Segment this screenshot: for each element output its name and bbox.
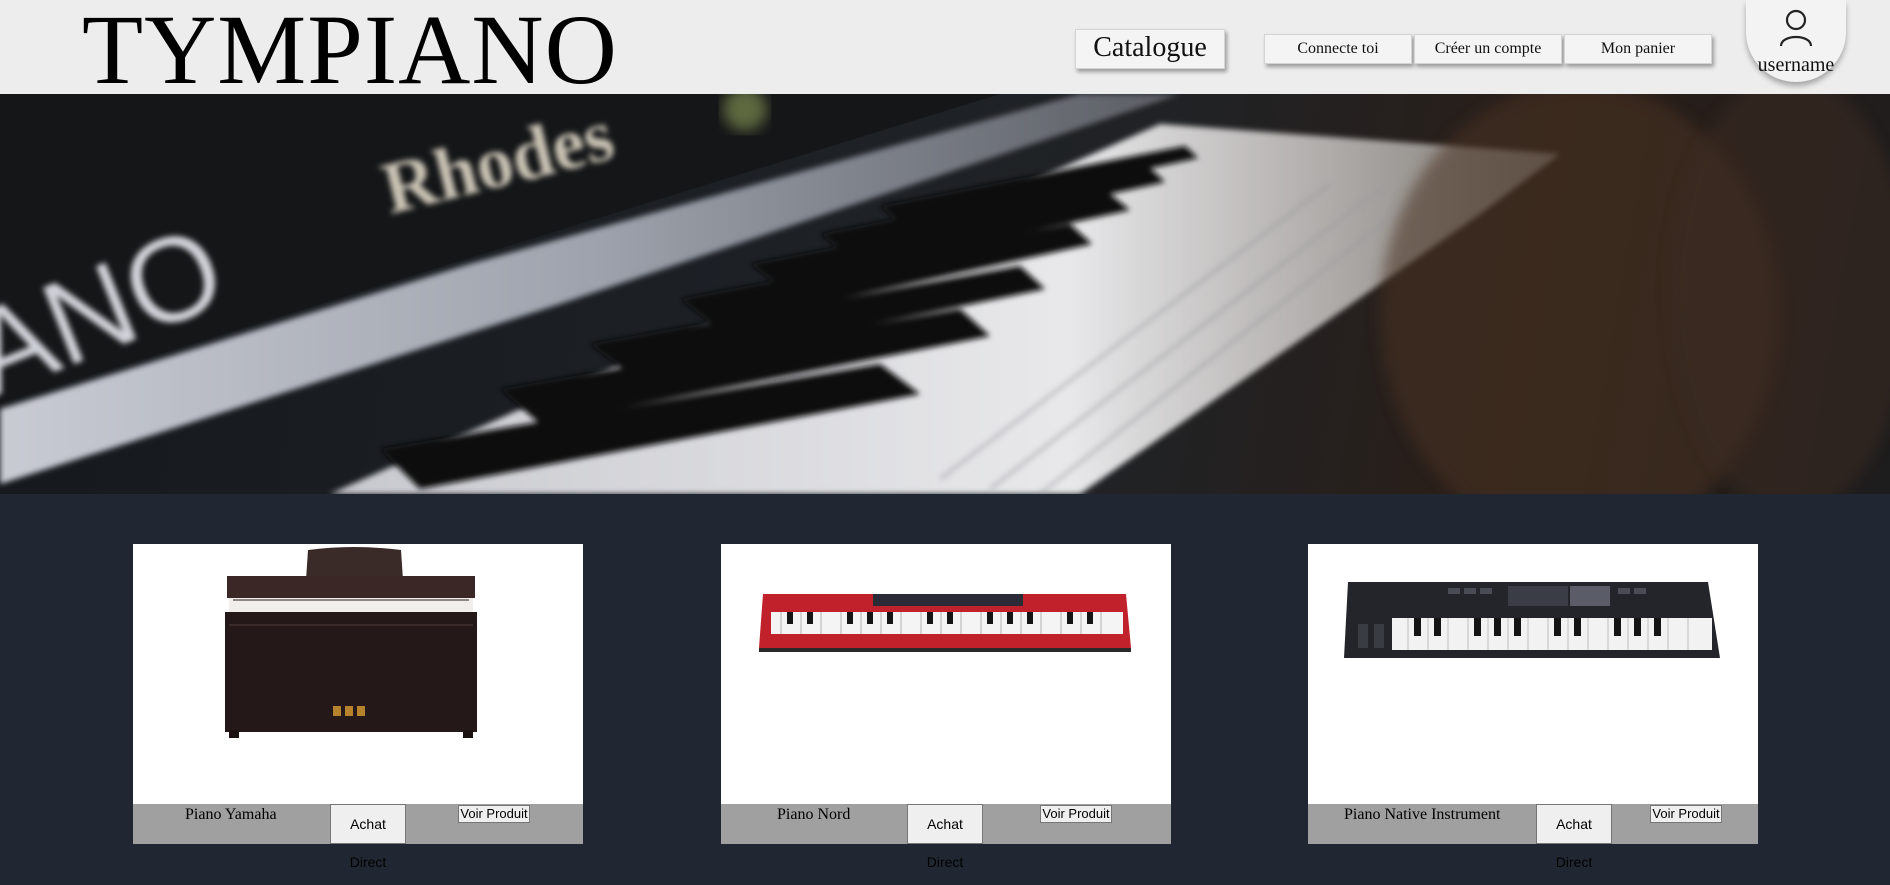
product-bar: Piano Nord Achat Direct Voir Produit (721, 804, 1171, 870)
nord-piano-image[interactable] (721, 544, 1171, 804)
product-card-nord: Piano Nord Achat Direct Voir Produit (721, 544, 1171, 870)
product-card-yamaha: Piano Yamaha Achat Direct Voir Produit (133, 544, 583, 870)
view-product-button[interactable]: Voir Produit (458, 805, 530, 823)
account-nav: Connecte toi Créer un compte Mon panier (1264, 34, 1712, 64)
create-account-button[interactable]: Créer un compte (1414, 34, 1562, 64)
view-product-button[interactable]: Voir Produit (1650, 805, 1722, 823)
site-logo[interactable]: TYMPIANO (82, 0, 618, 100)
user-menu-button[interactable]: username (1746, 0, 1846, 82)
login-button[interactable]: Connecte toi (1264, 34, 1412, 64)
product-name: Piano Nord (777, 806, 851, 823)
buy-now-button[interactable]: Achat Direct (330, 804, 406, 870)
catalogue-button[interactable]: Catalogue (1075, 29, 1225, 69)
username-label: username (1757, 54, 1835, 76)
product-name: Piano Yamaha (185, 806, 277, 823)
hero-banner: ANO Rhodes (0, 94, 1890, 494)
product-name: Piano Native Instrument (1344, 806, 1501, 823)
buy-now-button[interactable]: Achat Direct (1536, 804, 1612, 870)
product-card-native-instrument: Piano Native Instrument Achat Direct Voi… (1308, 544, 1758, 870)
buy-now-button[interactable]: Achat Direct (907, 804, 983, 870)
cart-button[interactable]: Mon panier (1564, 34, 1712, 64)
native-instrument-keyboard-image[interactable] (1308, 544, 1758, 804)
hero-piano-image: ANO Rhodes (0, 94, 1890, 494)
yamaha-piano-image[interactable] (133, 544, 583, 804)
product-bar: Piano Yamaha Achat Direct Voir Produit (133, 804, 583, 870)
product-bar: Piano Native Instrument Achat Direct Voi… (1308, 804, 1758, 870)
user-icon (1779, 9, 1813, 47)
site-header: TYMPIANO Catalogue Connecte toi Créer un… (0, 0, 1890, 100)
view-product-button[interactable]: Voir Produit (1040, 805, 1112, 823)
